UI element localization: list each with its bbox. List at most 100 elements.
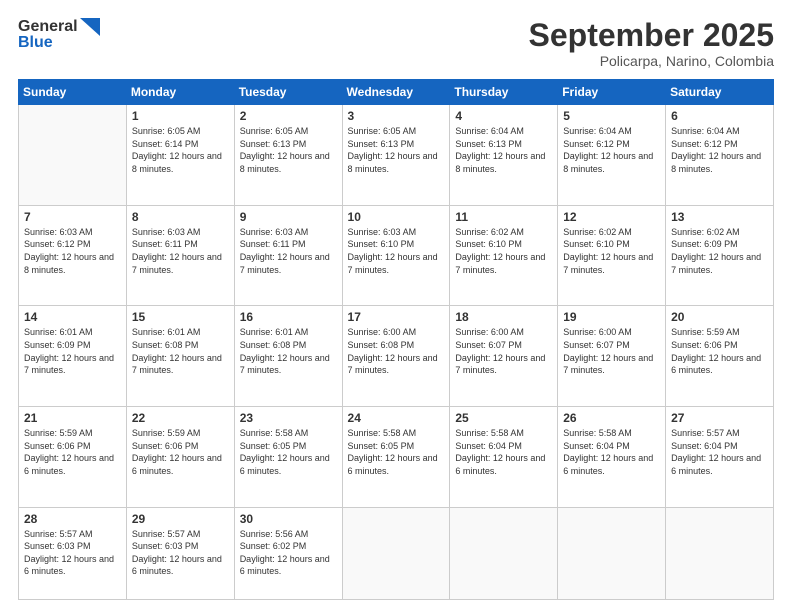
table-row: 2 Sunrise: 6:05 AM Sunset: 6:13 PM Dayli…: [234, 105, 342, 206]
day-number: 17: [348, 310, 445, 324]
day-info: Sunrise: 6:05 AM Sunset: 6:14 PM Dayligh…: [132, 125, 229, 175]
calendar-week-row: 1 Sunrise: 6:05 AM Sunset: 6:14 PM Dayli…: [19, 105, 774, 206]
calendar-table: Sunday Monday Tuesday Wednesday Thursday…: [18, 79, 774, 600]
day-info: Sunrise: 6:01 AM Sunset: 6:08 PM Dayligh…: [240, 326, 337, 376]
day-number: 24: [348, 411, 445, 425]
day-number: 6: [671, 109, 768, 123]
table-row: 14 Sunrise: 6:01 AM Sunset: 6:09 PM Dayl…: [19, 306, 127, 407]
day-number: 2: [240, 109, 337, 123]
table-row: [450, 507, 558, 600]
day-number: 5: [563, 109, 660, 123]
col-tuesday: Tuesday: [234, 80, 342, 105]
table-row: [666, 507, 774, 600]
day-number: 13: [671, 210, 768, 224]
day-info: Sunrise: 6:04 AM Sunset: 6:12 PM Dayligh…: [671, 125, 768, 175]
day-number: 28: [24, 512, 121, 526]
month-title: September 2025: [529, 18, 774, 53]
day-number: 26: [563, 411, 660, 425]
day-info: Sunrise: 6:01 AM Sunset: 6:08 PM Dayligh…: [132, 326, 229, 376]
day-info: Sunrise: 5:57 AM Sunset: 6:04 PM Dayligh…: [671, 427, 768, 477]
day-number: 23: [240, 411, 337, 425]
col-saturday: Saturday: [666, 80, 774, 105]
table-row: 23 Sunrise: 5:58 AM Sunset: 6:05 PM Dayl…: [234, 406, 342, 507]
day-info: Sunrise: 5:58 AM Sunset: 6:04 PM Dayligh…: [563, 427, 660, 477]
day-number: 1: [132, 109, 229, 123]
day-number: 21: [24, 411, 121, 425]
table-row: 25 Sunrise: 5:58 AM Sunset: 6:04 PM Dayl…: [450, 406, 558, 507]
day-info: Sunrise: 6:03 AM Sunset: 6:11 PM Dayligh…: [240, 226, 337, 276]
table-row: 8 Sunrise: 6:03 AM Sunset: 6:11 PM Dayli…: [126, 205, 234, 306]
day-number: 7: [24, 210, 121, 224]
table-row: 11 Sunrise: 6:02 AM Sunset: 6:10 PM Dayl…: [450, 205, 558, 306]
day-number: 10: [348, 210, 445, 224]
day-info: Sunrise: 5:58 AM Sunset: 6:05 PM Dayligh…: [348, 427, 445, 477]
day-info: Sunrise: 6:03 AM Sunset: 6:12 PM Dayligh…: [24, 226, 121, 276]
col-wednesday: Wednesday: [342, 80, 450, 105]
day-info: Sunrise: 5:57 AM Sunset: 6:03 PM Dayligh…: [24, 528, 121, 578]
table-row: 3 Sunrise: 6:05 AM Sunset: 6:13 PM Dayli…: [342, 105, 450, 206]
day-info: Sunrise: 6:02 AM Sunset: 6:10 PM Dayligh…: [563, 226, 660, 276]
day-number: 22: [132, 411, 229, 425]
table-row: 19 Sunrise: 6:00 AM Sunset: 6:07 PM Dayl…: [558, 306, 666, 407]
day-number: 14: [24, 310, 121, 324]
day-info: Sunrise: 6:05 AM Sunset: 6:13 PM Dayligh…: [240, 125, 337, 175]
table-row: 7 Sunrise: 6:03 AM Sunset: 6:12 PM Dayli…: [19, 205, 127, 306]
table-row: 9 Sunrise: 6:03 AM Sunset: 6:11 PM Dayli…: [234, 205, 342, 306]
day-info: Sunrise: 5:56 AM Sunset: 6:02 PM Dayligh…: [240, 528, 337, 578]
calendar-header-row: Sunday Monday Tuesday Wednesday Thursday…: [19, 80, 774, 105]
day-info: Sunrise: 5:58 AM Sunset: 6:05 PM Dayligh…: [240, 427, 337, 477]
table-row: 13 Sunrise: 6:02 AM Sunset: 6:09 PM Dayl…: [666, 205, 774, 306]
day-info: Sunrise: 6:01 AM Sunset: 6:09 PM Dayligh…: [24, 326, 121, 376]
day-number: 20: [671, 310, 768, 324]
table-row: 30 Sunrise: 5:56 AM Sunset: 6:02 PM Dayl…: [234, 507, 342, 600]
col-monday: Monday: [126, 80, 234, 105]
day-number: 8: [132, 210, 229, 224]
calendar-week-row: 14 Sunrise: 6:01 AM Sunset: 6:09 PM Dayl…: [19, 306, 774, 407]
day-number: 15: [132, 310, 229, 324]
location: Policarpa, Narino, Colombia: [529, 53, 774, 69]
day-info: Sunrise: 6:03 AM Sunset: 6:10 PM Dayligh…: [348, 226, 445, 276]
table-row: 16 Sunrise: 6:01 AM Sunset: 6:08 PM Dayl…: [234, 306, 342, 407]
day-number: 29: [132, 512, 229, 526]
day-info: Sunrise: 6:00 AM Sunset: 6:07 PM Dayligh…: [455, 326, 552, 376]
day-info: Sunrise: 6:00 AM Sunset: 6:08 PM Dayligh…: [348, 326, 445, 376]
day-number: 19: [563, 310, 660, 324]
table-row: 5 Sunrise: 6:04 AM Sunset: 6:12 PM Dayli…: [558, 105, 666, 206]
day-info: Sunrise: 5:59 AM Sunset: 6:06 PM Dayligh…: [24, 427, 121, 477]
table-row: 12 Sunrise: 6:02 AM Sunset: 6:10 PM Dayl…: [558, 205, 666, 306]
day-number: 30: [240, 512, 337, 526]
day-info: Sunrise: 5:59 AM Sunset: 6:06 PM Dayligh…: [671, 326, 768, 376]
day-number: 11: [455, 210, 552, 224]
table-row: 22 Sunrise: 5:59 AM Sunset: 6:06 PM Dayl…: [126, 406, 234, 507]
table-row: 24 Sunrise: 5:58 AM Sunset: 6:05 PM Dayl…: [342, 406, 450, 507]
col-thursday: Thursday: [450, 80, 558, 105]
header: General Blue September 2025 Policarpa, N…: [18, 18, 774, 69]
table-row: 21 Sunrise: 5:59 AM Sunset: 6:06 PM Dayl…: [19, 406, 127, 507]
col-sunday: Sunday: [19, 80, 127, 105]
day-number: 3: [348, 109, 445, 123]
table-row: 28 Sunrise: 5:57 AM Sunset: 6:03 PM Dayl…: [19, 507, 127, 600]
calendar-week-row: 28 Sunrise: 5:57 AM Sunset: 6:03 PM Dayl…: [19, 507, 774, 600]
day-info: Sunrise: 6:03 AM Sunset: 6:11 PM Dayligh…: [132, 226, 229, 276]
day-number: 25: [455, 411, 552, 425]
table-row: 27 Sunrise: 5:57 AM Sunset: 6:04 PM Dayl…: [666, 406, 774, 507]
day-info: Sunrise: 6:04 AM Sunset: 6:12 PM Dayligh…: [563, 125, 660, 175]
day-number: 9: [240, 210, 337, 224]
day-number: 4: [455, 109, 552, 123]
table-row: 29 Sunrise: 5:57 AM Sunset: 6:03 PM Dayl…: [126, 507, 234, 600]
day-number: 16: [240, 310, 337, 324]
day-number: 18: [455, 310, 552, 324]
title-block: September 2025 Policarpa, Narino, Colomb…: [529, 18, 774, 69]
day-info: Sunrise: 6:05 AM Sunset: 6:13 PM Dayligh…: [348, 125, 445, 175]
table-row: 15 Sunrise: 6:01 AM Sunset: 6:08 PM Dayl…: [126, 306, 234, 407]
logo-blue: Blue: [18, 34, 53, 52]
logo-arrow-icon: [80, 18, 100, 36]
day-info: Sunrise: 6:00 AM Sunset: 6:07 PM Dayligh…: [563, 326, 660, 376]
table-row: 10 Sunrise: 6:03 AM Sunset: 6:10 PM Dayl…: [342, 205, 450, 306]
day-info: Sunrise: 5:57 AM Sunset: 6:03 PM Dayligh…: [132, 528, 229, 578]
logo: General Blue: [18, 18, 100, 52]
table-row: 26 Sunrise: 5:58 AM Sunset: 6:04 PM Dayl…: [558, 406, 666, 507]
day-info: Sunrise: 6:02 AM Sunset: 6:10 PM Dayligh…: [455, 226, 552, 276]
day-info: Sunrise: 5:59 AM Sunset: 6:06 PM Dayligh…: [132, 427, 229, 477]
day-info: Sunrise: 6:02 AM Sunset: 6:09 PM Dayligh…: [671, 226, 768, 276]
